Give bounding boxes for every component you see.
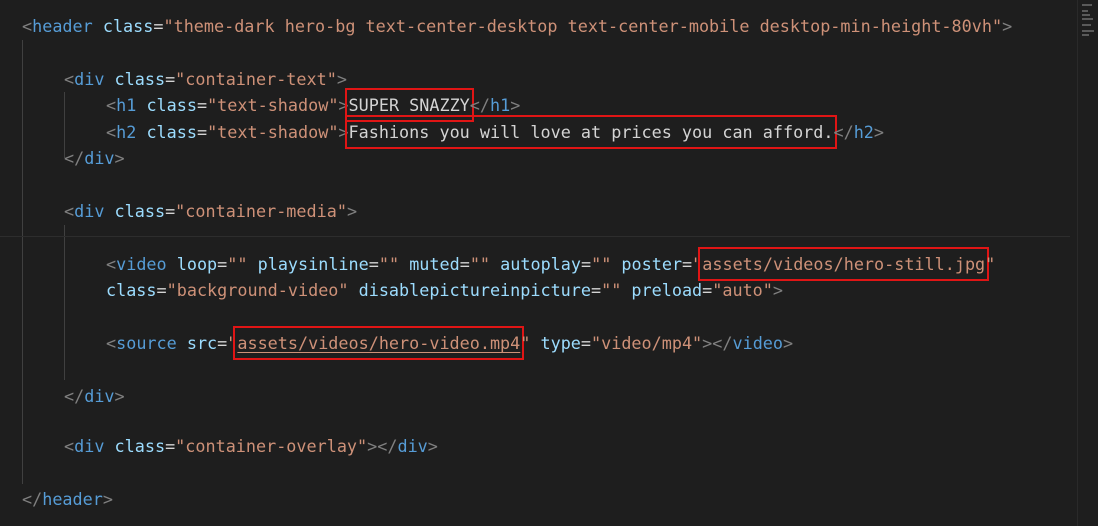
minimap-line [1082, 30, 1094, 32]
code-line-6: </div> [64, 148, 125, 168]
code-line-15: </div> [64, 386, 125, 406]
code-editor[interactable]: <header class="theme-dark hero-bg text-c… [0, 0, 1078, 526]
code-line-5: <h2 class="text-shadow">Fashions you wil… [106, 115, 884, 149]
highlight-h2-text: Fashions you will love at prices you can… [344, 115, 838, 149]
code-line-13: <source src="assets/videos/hero-video.mp… [106, 326, 793, 360]
code-line-17: <div class="container-overlay"></div> [64, 436, 438, 456]
code-line-8: <div class="container-media"> [64, 201, 358, 221]
code-line-19: </header> [22, 489, 113, 509]
code-line-11: class="background-video" disablepicturei… [106, 280, 783, 300]
code-line-10: <video loop="" playsinline="" muted="" a… [106, 247, 995, 281]
minimap-line [1082, 4, 1092, 6]
minimap-line [1082, 24, 1091, 26]
current-line-highlight [0, 236, 1070, 237]
highlight-poster-path: assets/videos/hero-still.jpg [698, 247, 990, 281]
minimap[interactable] [1077, 0, 1098, 526]
highlight-video-src: assets/videos/hero-video.mp4 [233, 326, 525, 360]
minimap-line [1082, 10, 1088, 12]
highlight-h1-text: SUPER SNAZZY [344, 88, 474, 122]
minimap-line [1082, 34, 1089, 36]
tag-header: header [32, 16, 93, 36]
minimap-line [1082, 14, 1090, 16]
code-line-4: <h1 class="text-shadow">SUPER SNAZZY</h1… [106, 88, 520, 122]
indent-guide [22, 40, 23, 484]
code-line-3: <div class="container-text"> [64, 69, 347, 89]
minimap-line [1082, 18, 1093, 20]
code-line-1: <header class="theme-dark hero-bg text-c… [22, 16, 1013, 36]
indent-guide [64, 225, 65, 380]
